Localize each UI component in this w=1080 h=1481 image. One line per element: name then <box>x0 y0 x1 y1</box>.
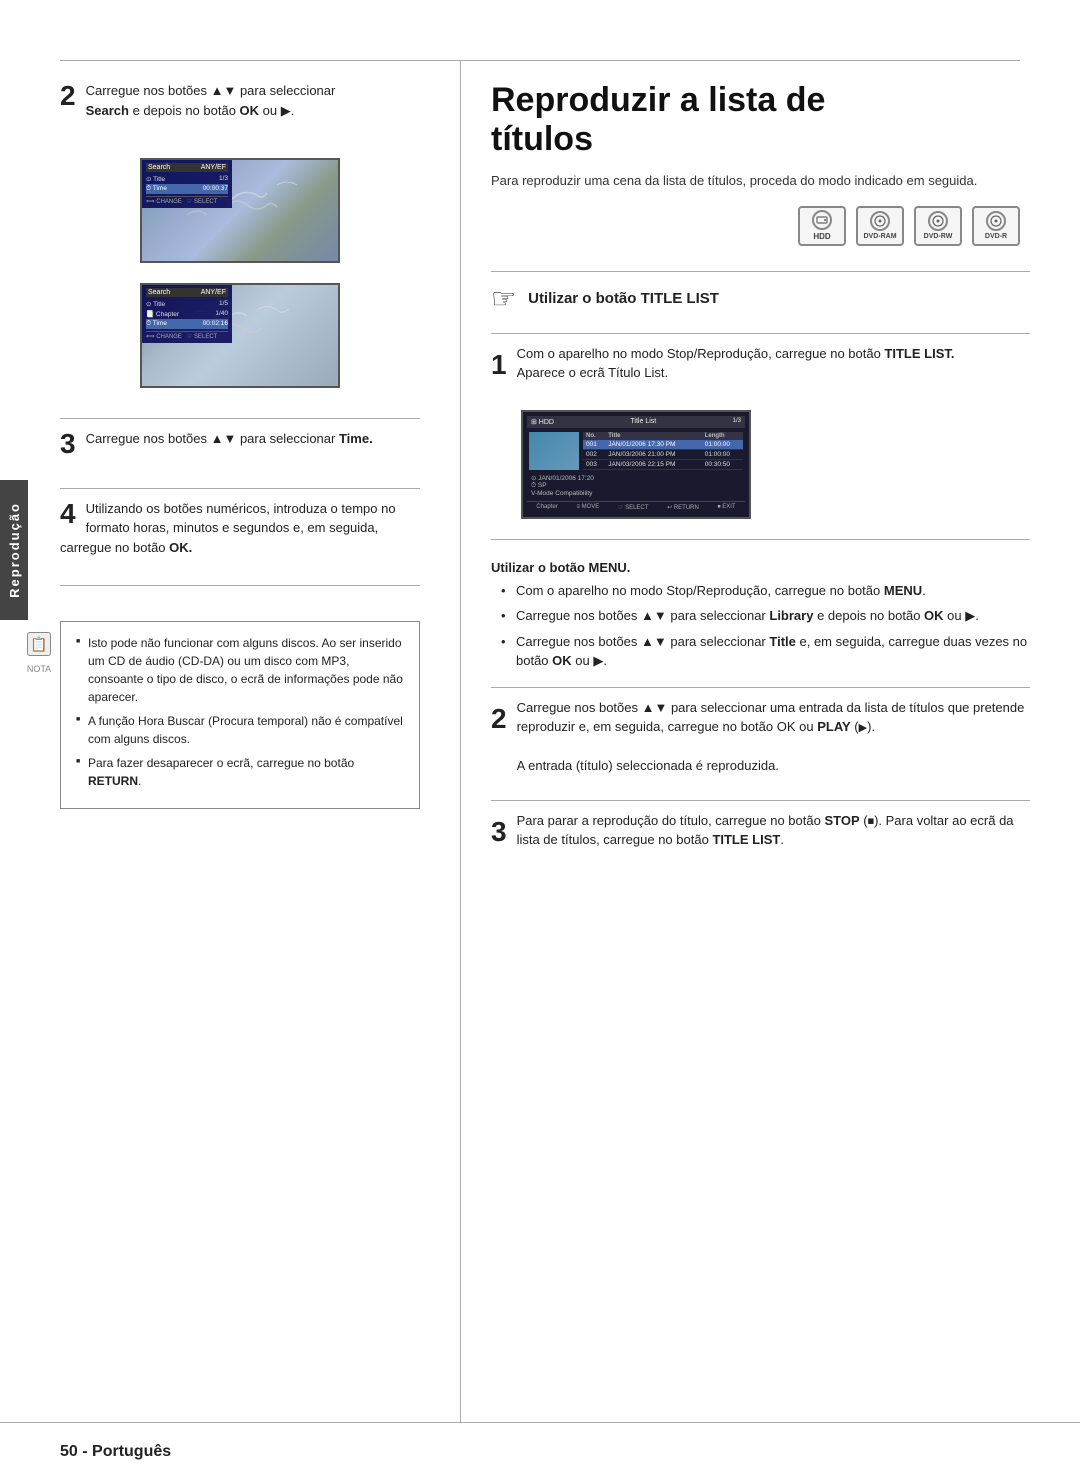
step-4-block: 4 Utilizando os botões numéricos, introd… <box>60 499 420 558</box>
right-step-1-number: 1 <box>491 344 507 386</box>
title-list-screen: ⊞ HDD Title List 1/3 No. Title Length <box>521 410 751 519</box>
left-column: 2 Carregue nos botões ▲▼ para selecciona… <box>0 61 460 1422</box>
tl-table-area: No. Title Length 001 JAN/01/2006 17:30 P… <box>583 432 743 470</box>
nota-label: NOTA <box>27 664 51 674</box>
step-2-block: 2 Carregue nos botões ▲▼ para selecciona… <box>60 81 420 120</box>
right-step-3-text: Para parar a reprodução do título, carre… <box>517 811 1030 850</box>
screens-container: SearchANY/EF ⊙ Title1/3 ⏱ Time00:00:37 ⟺… <box>60 148 420 398</box>
tl-footer: Chapter ≡ MOVE ☞ SELECT ↩ RETURN ⏹ EXIT <box>527 501 745 513</box>
dvdrw-icon <box>928 211 948 231</box>
rule-after-titlelist-header <box>491 333 1030 334</box>
note-item-2: A função Hora Buscar (Procura temporal) … <box>76 712 404 748</box>
step-3-text: Carregue nos botões ▲▼ para seleccionar … <box>60 429 420 449</box>
device-dvdr: DVD-R <box>972 206 1020 246</box>
device-dvdrw: DVD-RW <box>914 206 962 246</box>
finger-icon: ☞ <box>491 282 516 315</box>
search-overlay-2: SearchANY/EF ⊙ Title1/5 📑 Chapter1/40 ⏱ … <box>142 285 232 343</box>
page-number: 50 - Português <box>60 1443 171 1461</box>
rule-after-step2-right <box>491 800 1030 801</box>
search-overlay-1: SearchANY/EF ⊙ Title1/3 ⏱ Time00:00:37 ⟺… <box>142 160 232 208</box>
page-footer: 50 - Português <box>0 1422 1080 1481</box>
title-list-label: Utilizar o botão TITLE LIST <box>528 290 719 307</box>
device-icons-row: HDD DVD-RAM DVD-RW <box>491 206 1030 246</box>
tl-row-1: 001 JAN/01/2006 17:30 PM 01:00:00 <box>583 440 743 450</box>
note-box: 📋 NOTA Isto pode não funcionar com algun… <box>60 621 420 809</box>
tl-row-3: 003 JAN/03/2006 22:15 PM 00:30:50 <box>583 459 743 469</box>
rule-after-tl-screen <box>491 539 1030 540</box>
rule-after-menu <box>491 687 1030 688</box>
step-4-number: 4 <box>60 499 76 530</box>
right-step-1-text: Com o aparelho no modo Stop/Reprodução, … <box>517 344 1030 383</box>
search-screen-2: SearchANY/EF ⊙ Title1/5 📑 Chapter1/40 ⏱ … <box>140 283 340 388</box>
menu-bullet-2: Carregue nos botões ▲▼ para seleccionar … <box>501 606 1030 626</box>
device-dvdram: DVD-RAM <box>856 206 904 246</box>
step-4-text: Utilizando os botões numéricos, introduz… <box>60 499 420 558</box>
intro-text: Para reproduzir uma cena da lista de tít… <box>491 171 1030 191</box>
page-title: Reproduzir a lista de títulos <box>491 81 1030 159</box>
step-2-text: Carregue nos botões ▲▼ para seleccionar … <box>60 81 420 120</box>
note-item-1: Isto pode não funcionar com alguns disco… <box>76 634 404 706</box>
menu-bullet-3: Carregue nos botões ▲▼ para seleccionar … <box>501 632 1030 671</box>
right-step-1: 1 Com o aparelho no modo Stop/Reprodução… <box>491 344 1030 386</box>
sidebar-reproducao: Reprodução <box>0 480 28 620</box>
menu-section-title: Utilizar o botão MENU. <box>491 560 1030 575</box>
device-hdd: HDD <box>798 206 846 246</box>
dvdr-icon <box>986 211 1006 231</box>
rule-after-step2 <box>60 418 420 419</box>
sidebar-label: Reprodução <box>7 502 22 598</box>
hdd-icon <box>812 210 832 230</box>
note-item-3: Para fazer desaparecer o ecrã, carregue … <box>76 754 404 790</box>
menu-bullets: Com o aparelho no modo Stop/Reprodução, … <box>501 581 1030 677</box>
tl-header: ⊞ HDD Title List 1/3 <box>527 416 745 428</box>
tl-row-2: 002 JAN/03/2006 21:00 PM 01:00:00 <box>583 449 743 459</box>
right-step-3: 3 Para parar a reprodução do título, car… <box>491 811 1030 853</box>
right-step-2: 2 Carregue nos botões ▲▼ para selecciona… <box>491 698 1030 776</box>
rule-after-step4 <box>60 585 420 586</box>
right-step-3-number: 3 <box>491 811 507 853</box>
step-3-number: 3 <box>60 429 76 460</box>
right-step-2-number: 2 <box>491 698 507 740</box>
step-3-block: 3 Carregue nos botões ▲▼ para selecciona… <box>60 429 420 460</box>
tl-thumbnail <box>529 432 579 470</box>
step-2-number: 2 <box>60 81 76 112</box>
dvdram-icon <box>870 211 890 231</box>
title-list-section-header: ☞ Utilizar o botão TITLE LIST <box>491 282 1030 315</box>
right-step-2-text: Carregue nos botões ▲▼ para seleccionar … <box>517 698 1030 776</box>
tl-info-block: ⊙ JAN/01/2006 17:20 ⏱ SP V-Mode Compatib… <box>527 472 745 499</box>
rule-before-titlelist <box>491 271 1030 272</box>
note-list: Isto pode não funcionar com alguns disco… <box>76 634 404 790</box>
right-column: Reproduzir a lista de títulos Para repro… <box>460 61 1080 1422</box>
note-icon: 📋 <box>27 632 51 656</box>
search-screen-1: SearchANY/EF ⊙ Title1/3 ⏱ Time00:00:37 ⟺… <box>140 158 340 263</box>
search-bold: Search <box>86 103 129 118</box>
rule-after-step3 <box>60 488 420 489</box>
menu-bullet-1: Com o aparelho no modo Stop/Reprodução, … <box>501 581 1030 601</box>
